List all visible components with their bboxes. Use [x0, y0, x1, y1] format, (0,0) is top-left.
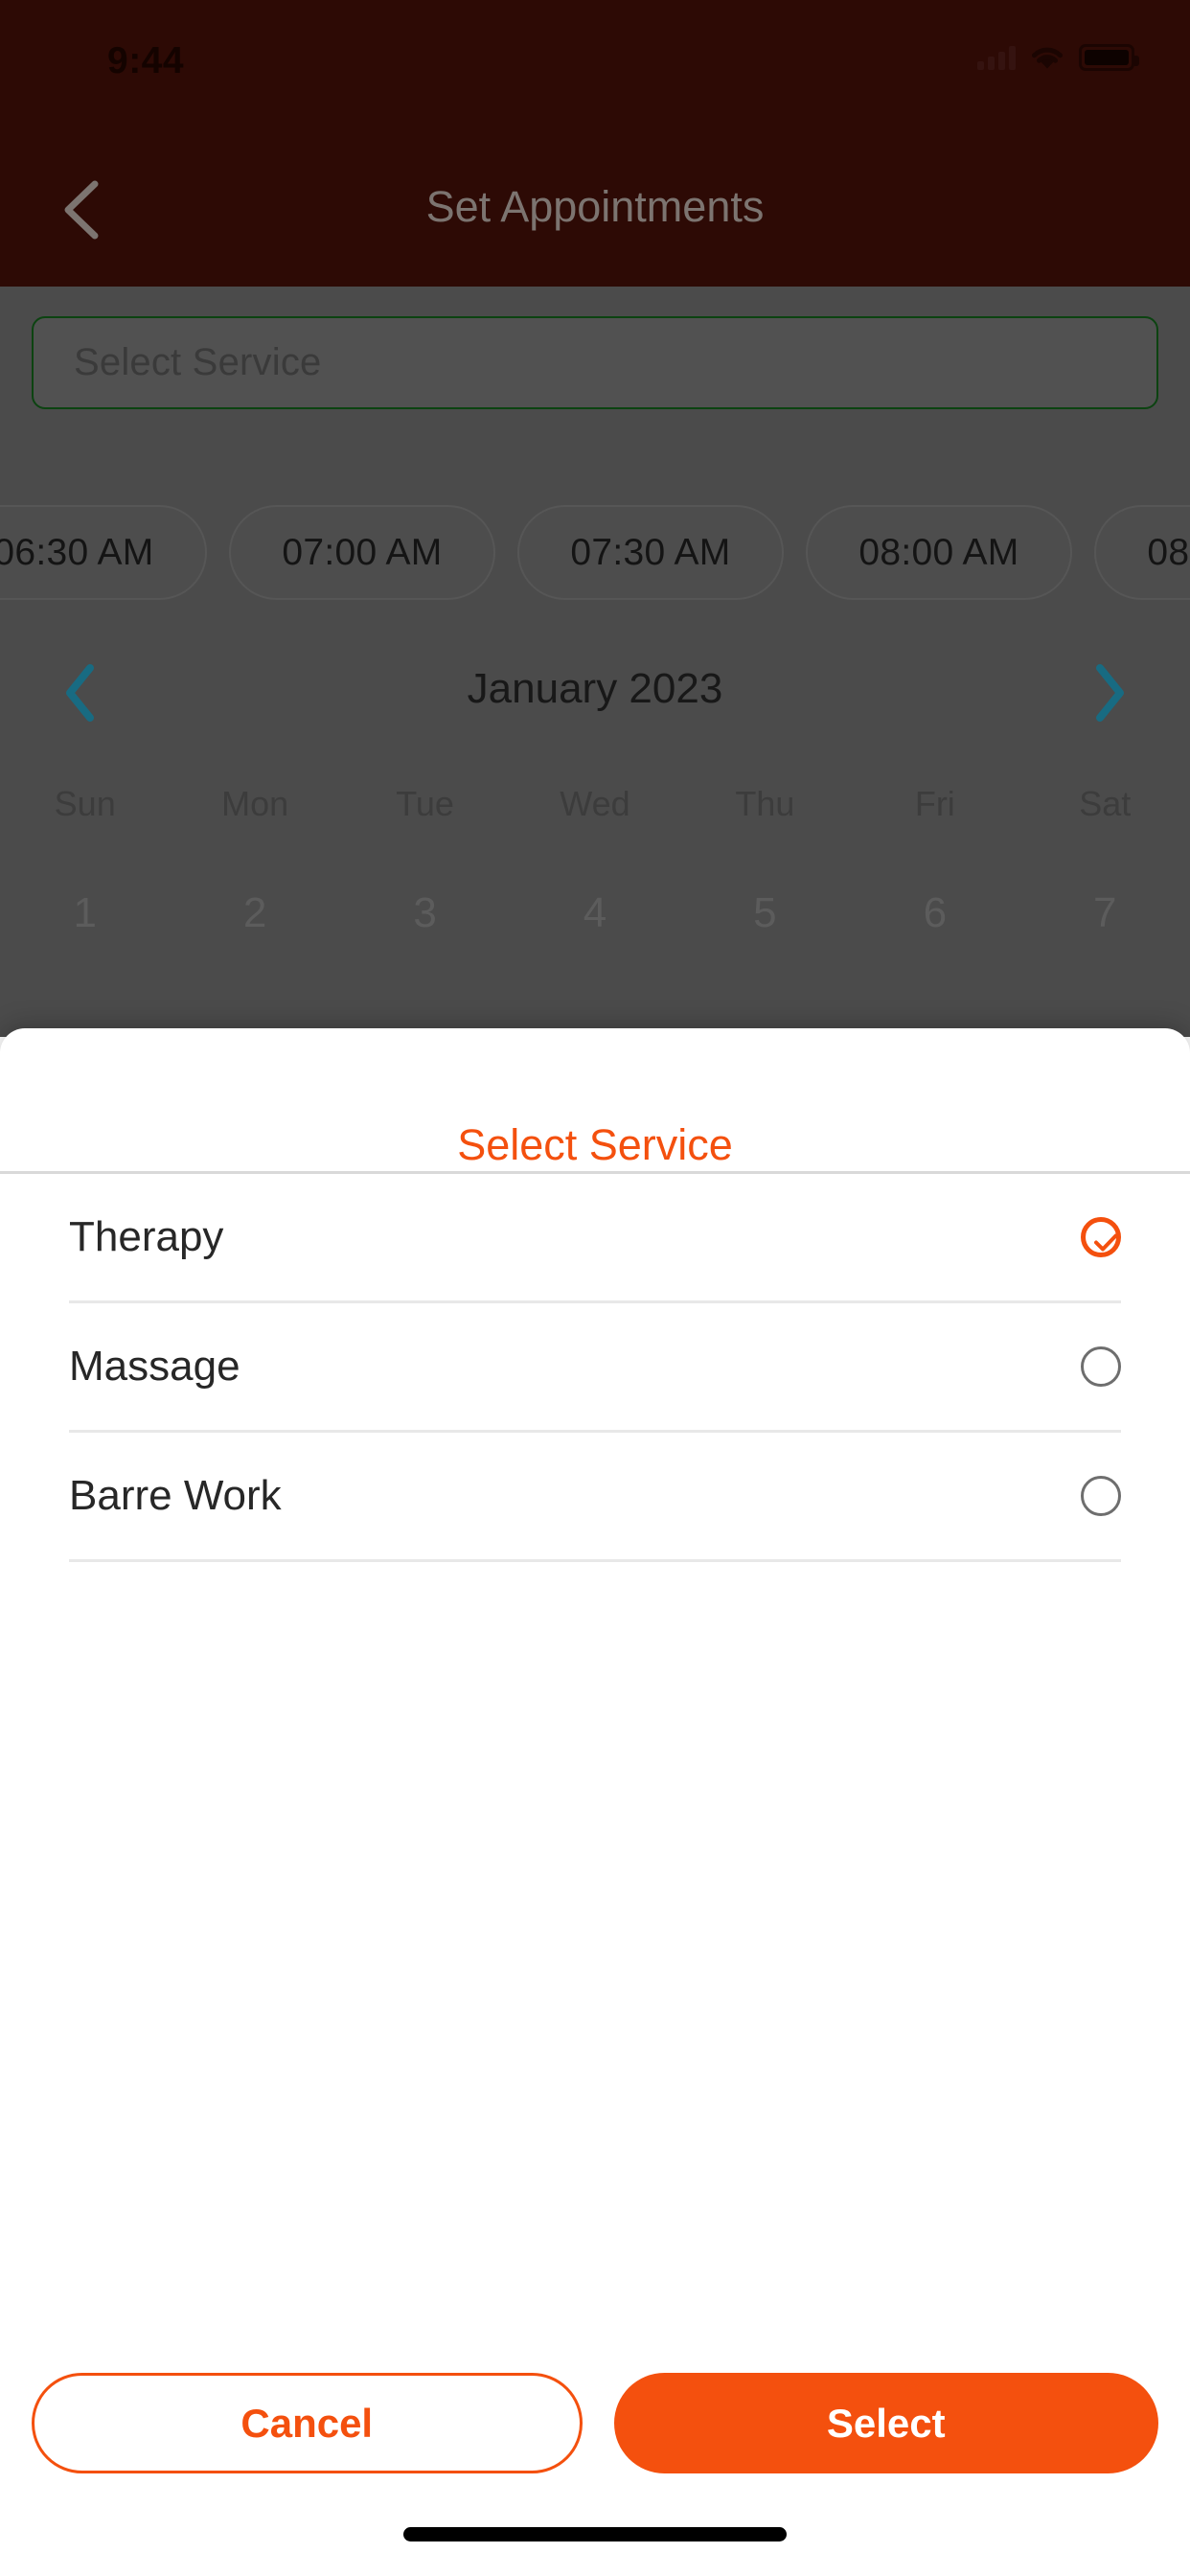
- calendar-weekday: Sat: [1079, 784, 1132, 823]
- calendar-weekday: Mon: [221, 784, 289, 823]
- service-option-list: Therapy Massage Barre Work: [0, 1174, 1190, 1562]
- time-slot-chip[interactable]: 06:30 AM: [0, 505, 207, 600]
- calendar-month-label: January 2023: [467, 665, 723, 712]
- calendar-date-cell[interactable]: 7: [1020, 889, 1190, 937]
- calendar-weekday: Tue: [396, 784, 454, 823]
- radio-empty-icon[interactable]: [1081, 1476, 1121, 1516]
- calendar-next-month-button[interactable]: [1088, 663, 1131, 723]
- status-bar: 9:44: [0, 0, 1190, 105]
- time-slot-chip[interactable]: 07:00 AM: [229, 505, 495, 600]
- calendar-weekday-header: Sun Mon Tue Wed Thu Fri Sat: [0, 784, 1190, 824]
- sheet-title: Select Service: [457, 1120, 733, 1169]
- list-item[interactable]: Massage: [69, 1303, 1121, 1433]
- calendar-weekday: Fri: [914, 784, 955, 823]
- time-slot-chip[interactable]: 08:00 AM: [806, 505, 1072, 600]
- home-indicator: [403, 2527, 787, 2542]
- status-bar-indicators: [977, 44, 1139, 71]
- service-select-field[interactable]: Select Service: [32, 316, 1158, 409]
- dimmed-background-screen: 9:44 Set Appointments Select Service 06:…: [0, 0, 1190, 1037]
- calendar-weekday: Wed: [560, 784, 630, 823]
- calendar-date-cell[interactable]: 6: [850, 889, 1019, 937]
- calendar-date-row: 1 2 3 4 5 6 7: [0, 889, 1190, 937]
- check-circle-icon[interactable]: [1081, 1217, 1121, 1257]
- select-button[interactable]: Select: [613, 2373, 1158, 2473]
- service-option-label: Therapy: [69, 1213, 224, 1260]
- nav-bar: Set Appointments: [0, 105, 1190, 287]
- calendar-month-nav: January 2023: [0, 650, 1190, 736]
- select-service-bottom-sheet: Select Service Therapy Massage Barre Wor…: [0, 1028, 1190, 2576]
- time-slot-list[interactable]: 06:30 AM 07:00 AM 07:30 AM 08:00 AM 08:3…: [0, 505, 1190, 600]
- calendar-weekday: Thu: [735, 784, 795, 823]
- service-option-label: Massage: [69, 1343, 240, 1390]
- list-item[interactable]: Therapy: [69, 1174, 1121, 1303]
- calendar-weekday: Sun: [54, 784, 116, 823]
- cancel-button[interactable]: Cancel: [32, 2373, 583, 2473]
- calendar-date-cell[interactable]: 4: [510, 889, 679, 937]
- time-slot-chip[interactable]: 08:30 AM: [1094, 505, 1190, 600]
- calendar-date-cell[interactable]: 3: [340, 889, 510, 937]
- list-item[interactable]: Barre Work: [69, 1433, 1121, 1562]
- calendar-date-cell[interactable]: 2: [170, 889, 339, 937]
- radio-empty-icon[interactable]: [1081, 1346, 1121, 1387]
- service-select-placeholder: Select Service: [74, 341, 322, 383]
- battery-full-icon: [1079, 44, 1139, 71]
- calendar-date-cell[interactable]: 1: [0, 889, 170, 937]
- service-option-label: Barre Work: [69, 1472, 282, 1519]
- status-bar-time: 9:44: [107, 40, 185, 81]
- calendar-date-cell[interactable]: 5: [680, 889, 850, 937]
- sheet-action-bar: Cancel Select: [0, 2373, 1190, 2473]
- wifi-icon: [1029, 44, 1065, 71]
- page-title: Set Appointments: [425, 182, 765, 231]
- cellular-signal-icon: [977, 45, 1016, 70]
- time-slot-chip[interactable]: 07:30 AM: [517, 505, 784, 600]
